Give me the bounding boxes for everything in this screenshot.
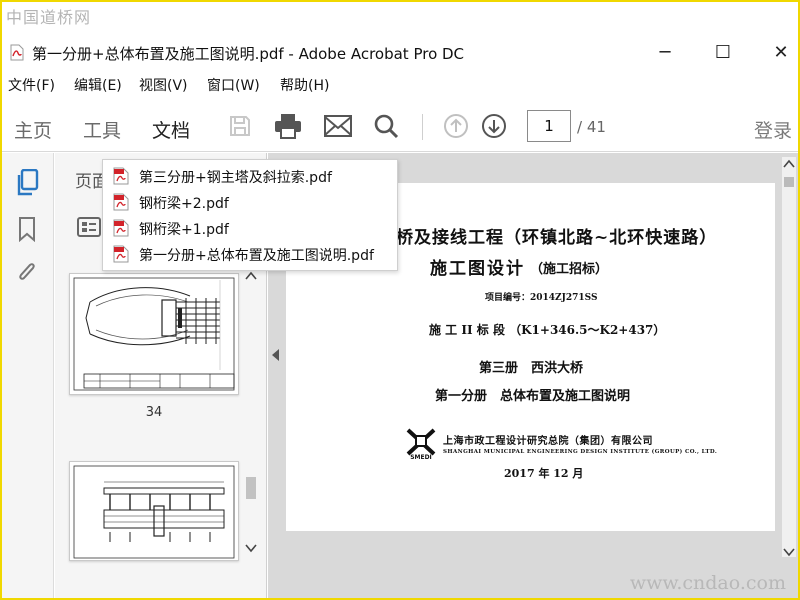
pdf-file-icon xyxy=(113,219,129,237)
menu-help[interactable]: 帮助(H) xyxy=(280,75,329,95)
save-icon[interactable] xyxy=(224,110,256,142)
maximize-button[interactable]: ☐ xyxy=(700,38,746,66)
pdf-file-icon xyxy=(113,245,129,263)
recent-file-item[interactable]: 钢桁梁+2.pdf xyxy=(103,189,399,215)
watermark-bottom: www.cndao.com xyxy=(629,572,786,594)
doc-volume: 第三册 西洪大桥 xyxy=(479,361,584,376)
doc-company-cn: 上海市政工程设计研究总院（集团）有限公司 xyxy=(443,436,653,447)
left-rail xyxy=(2,153,54,598)
doc-section: 施 工 II 标 段 （K1+346.5～K2+437） xyxy=(429,323,666,337)
close-button[interactable]: ✕ xyxy=(758,38,798,66)
login-button[interactable]: 登录 xyxy=(754,116,792,143)
thumbnail-drawing xyxy=(73,465,235,559)
collapse-pane-icon[interactable] xyxy=(272,349,279,361)
menu-window[interactable]: 窗口(W) xyxy=(207,75,260,95)
recent-file-label: 钢桁梁+2.pdf xyxy=(139,196,229,212)
minimize-button[interactable]: ─ xyxy=(642,38,688,66)
pdf-file-icon xyxy=(113,167,129,185)
menu-bar: 文件(F) 编辑(E) 视图(V) 窗口(W) 帮助(H) xyxy=(2,72,798,96)
app-window: 第一分册+总体布置及施工图说明.pdf - Adobe Acrobat Pro … xyxy=(2,2,798,598)
recent-file-label: 第一分册+总体布置及施工图说明.pdf xyxy=(139,248,374,264)
svg-text:SMEDI: SMEDI xyxy=(410,454,432,460)
pdf-file-icon xyxy=(10,44,24,61)
bookmark-icon[interactable] xyxy=(14,215,40,243)
thumbnail-page-34[interactable] xyxy=(69,273,239,395)
document-scrollbar[interactable] xyxy=(782,157,796,557)
recent-file-label: 第三分册+钢主塔及斜拉索.pdf xyxy=(139,170,332,186)
doc-date: 2017 年 12 月 xyxy=(504,467,584,480)
recent-file-label: 钢桁梁+1.pdf xyxy=(139,222,229,238)
next-page-icon[interactable] xyxy=(478,110,510,142)
toolbar: 主页 工具 文档 xyxy=(2,100,798,152)
doc-project-title: 桥及接线工程（环镇北路~北环快速路） xyxy=(396,228,718,248)
tab-home[interactable]: 主页 xyxy=(14,116,52,143)
menu-edit[interactable]: 编辑(E) xyxy=(74,75,122,95)
recent-file-item[interactable]: 第一分册+总体布置及施工图说明.pdf xyxy=(103,241,399,267)
attachment-icon[interactable] xyxy=(14,259,40,287)
pdf-file-icon xyxy=(113,193,129,211)
thumbnail-page-35[interactable] xyxy=(69,461,239,561)
thumbnails-scrollbar[interactable] xyxy=(243,269,259,555)
tab-tools[interactable]: 工具 xyxy=(83,116,121,143)
thumbnail-drawing xyxy=(73,277,235,391)
recent-files-dropdown: 第三分册+钢主塔及斜拉索.pdf 钢桁梁+2.pdf 钢桁梁+1.pdf 第一分… xyxy=(102,159,398,271)
toolbar-separator xyxy=(422,114,423,140)
tab-document[interactable]: 文档 xyxy=(152,116,190,143)
watermark-top: 中国道桥网 xyxy=(6,8,92,27)
menu-file[interactable]: 文件(F) xyxy=(8,75,55,95)
previous-page-icon[interactable] xyxy=(440,110,472,142)
print-icon[interactable] xyxy=(272,110,304,142)
recent-file-item[interactable]: 第三分册+钢主塔及斜拉索.pdf xyxy=(103,163,399,189)
thumbnail-options-icon[interactable] xyxy=(77,217,101,241)
page-total: / 41 xyxy=(577,118,606,136)
search-icon[interactable] xyxy=(370,110,402,142)
recent-file-item[interactable]: 钢桁梁+1.pdf xyxy=(103,215,399,241)
doc-design-title: 施工图设计 xyxy=(430,259,525,279)
doc-project-number: 项目编号：2014ZJ271SS xyxy=(485,293,598,303)
thumbnail-label: 34 xyxy=(145,405,163,420)
email-icon[interactable] xyxy=(322,110,354,142)
menu-view[interactable]: 视图(V) xyxy=(139,75,188,95)
doc-book: 第一分册 总体布置及施工图说明 xyxy=(435,389,631,404)
doc-design-subtitle: （施工招标） xyxy=(530,262,609,277)
doc-company-en: SHANGHAI MUNICIPAL ENGINEERING DESIGN IN… xyxy=(443,449,718,455)
page-number-input[interactable] xyxy=(527,110,571,142)
window-title: 第一分册+总体布置及施工图说明.pdf - Adobe Acrobat Pro … xyxy=(32,45,465,63)
title-bar: 第一分册+总体布置及施工图说明.pdf - Adobe Acrobat Pro … xyxy=(2,36,798,68)
pages-icon[interactable] xyxy=(14,169,40,197)
smedi-logo: SMEDI xyxy=(406,428,436,460)
